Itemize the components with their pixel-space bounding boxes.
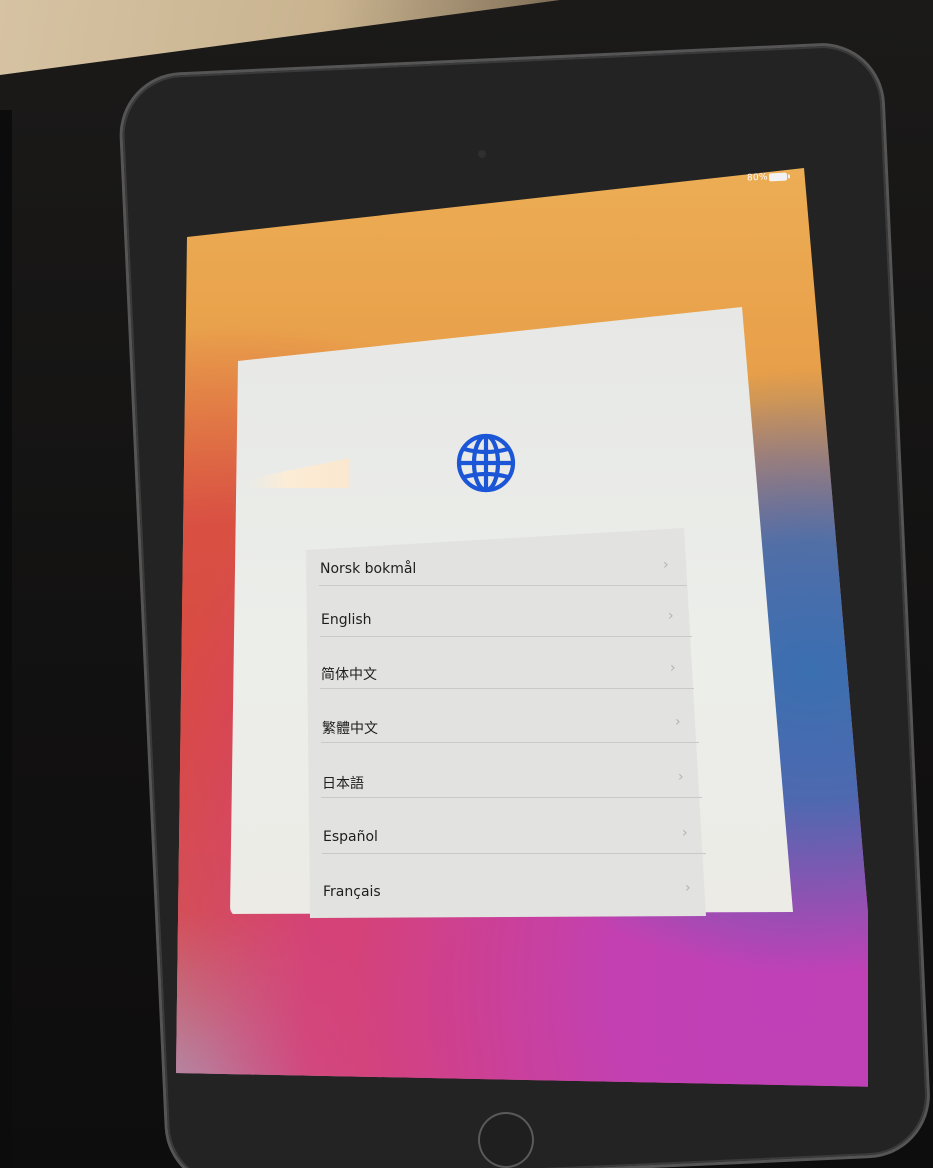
language-row-simplified-chinese[interactable]: 简体中文 › <box>308 650 692 696</box>
globe-icon <box>456 433 516 493</box>
language-label: Français <box>323 884 381 900</box>
battery-percentage: 80% <box>746 172 769 184</box>
chevron-right-icon: › <box>670 660 676 676</box>
language-label: Español <box>323 829 378 845</box>
language-row-traditional-chinese[interactable]: 繁體中文 › <box>309 704 697 750</box>
battery-icon <box>768 172 788 182</box>
home-button[interactable] <box>478 1112 534 1168</box>
chevron-right-icon: › <box>675 714 681 730</box>
chevron-right-icon: › <box>685 880 691 896</box>
chevron-right-icon: › <box>668 608 674 624</box>
background-shadow <box>0 110 12 1168</box>
language-label: Norsk bokmål <box>320 561 417 577</box>
language-label: 简体中文 <box>321 667 377 683</box>
language-label: 日本語 <box>322 776 364 792</box>
photo-scene: 80% Norsk bokmål › English › 简体中文 › 繁體中文 › 日本語 › E… <box>0 0 933 1168</box>
language-row-french[interactable]: Français › <box>310 870 707 916</box>
chevron-right-icon: › <box>663 557 669 573</box>
chevron-right-icon: › <box>682 825 688 841</box>
language-label: 繁體中文 <box>322 721 378 737</box>
language-row-spanish[interactable]: Español › <box>310 815 704 861</box>
chevron-right-icon: › <box>678 769 684 785</box>
language-row-english[interactable]: English › <box>308 598 690 644</box>
language-label: English <box>321 612 372 628</box>
language-row-japanese[interactable]: 日本語 › <box>309 759 700 805</box>
language-row-norsk-bokmal[interactable]: Norsk bokmål › <box>307 547 685 593</box>
front-camera <box>478 150 486 158</box>
